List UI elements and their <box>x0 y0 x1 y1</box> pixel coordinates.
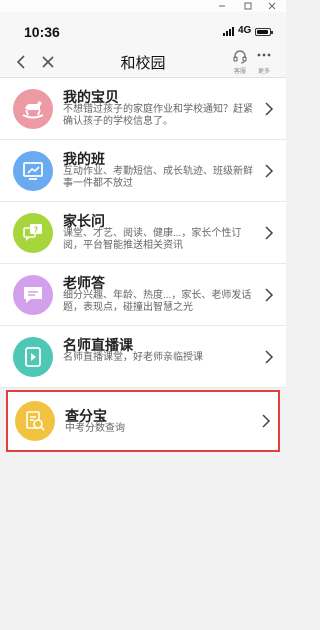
status-time: 10:36 <box>24 24 60 40</box>
item-description: 不想错过孩子的家庭作业和学校通知？赶紧 确认孩子的学校信息了。 <box>63 104 253 127</box>
maximize-icon[interactable] <box>238 0 258 12</box>
service-label: 客服 <box>233 69 246 75</box>
feature-list: 我的宝贝 不想错过孩子的家庭作业和学校通知？赶紧 确认孩子的学校信息了。 我的班… <box>0 78 286 452</box>
item-description: 课堂、才艺、阅读、健康...，家长个性订 阅，平台智能推送相关资讯 <box>63 228 242 251</box>
minimize-icon[interactable] <box>212 0 232 12</box>
svg-text:?: ? <box>34 226 39 235</box>
signal-icon <box>223 27 237 36</box>
chevron-left-icon <box>16 55 25 69</box>
chevron-right-icon <box>262 414 271 428</box>
window-title-bar <box>0 0 286 12</box>
list-item-parent-ask[interactable]: ? 家长问 课堂、才艺、阅读、健康...，家长个性订 阅，平台智能推送相关资讯 <box>0 202 286 264</box>
back-button[interactable] <box>12 52 32 72</box>
chevron-right-icon <box>265 350 274 364</box>
score-search-icon <box>15 401 55 441</box>
list-item-live-class[interactable]: 名师直播课 名师直播课堂，好老师亲临授课 <box>0 326 286 388</box>
status-bar: 10:36 4G <box>0 12 286 46</box>
close-icon[interactable] <box>262 0 282 12</box>
chevron-right-icon <box>265 288 274 302</box>
rocking-horse-icon <box>13 89 53 129</box>
chevron-right-icon <box>265 102 274 116</box>
question-chat-icon: ? <box>13 213 53 253</box>
more-dots-icon <box>257 53 271 57</box>
item-description: 中考分数查询 <box>65 423 125 434</box>
close-icon <box>42 56 54 68</box>
item-description: 细分兴趣、年龄、热度...，家长、老师发话 题，表现点，碰撞出智慧之光 <box>63 290 252 313</box>
chevron-right-icon <box>265 164 274 178</box>
list-item-score-lookup[interactable]: 查分宝 中考分数查询 <box>6 390 280 452</box>
list-item-my-baby[interactable]: 我的宝贝 不想错过孩子的家庭作业和学校通知？赶紧 确认孩子的学校信息了。 <box>0 78 286 140</box>
headset-icon <box>233 50 247 64</box>
close-page-button[interactable] <box>38 52 58 72</box>
network-type: 4G <box>238 25 252 36</box>
battery-icon <box>255 28 273 36</box>
item-description: 名师直播课堂，好老师亲临授课 <box>63 352 203 363</box>
chevron-right-icon <box>265 226 274 240</box>
list-item-my-class[interactable]: 我的班 互动作业、考勤短信、成长轨迹、班级新鲜 事一件都不放过 <box>0 140 286 202</box>
answer-chat-icon <box>13 275 53 315</box>
live-video-icon <box>13 337 53 377</box>
classroom-icon <box>13 151 53 191</box>
more-button[interactable]: 更多 <box>250 49 278 77</box>
item-description: 互动作业、考勤短信、成长轨迹、班级新鲜 事一件都不放过 <box>63 166 253 189</box>
more-label: 更多 <box>257 69 270 75</box>
list-item-teacher-answer[interactable]: 老师答 细分兴趣、年龄、热度...，家长、老师发话 题，表现点，碰撞出智慧之光 <box>0 264 286 326</box>
nav-bar: 和校园 客服 更多 <box>0 46 286 78</box>
